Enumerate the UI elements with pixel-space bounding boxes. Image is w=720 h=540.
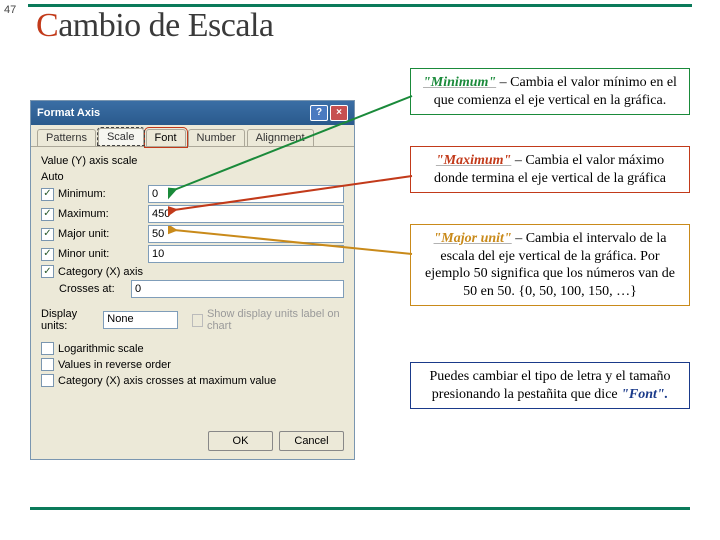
maximum-input[interactable] [148,205,344,223]
callout-font: Puedes cambiar el tipo de letra y el tam… [410,362,690,409]
show-label-text: Show display units label on chart [207,308,344,332]
footer-rule [30,507,690,510]
auto-label: Auto [41,171,344,183]
callout-maximum: "Maximum" – Cambia el valor máximo donde… [410,146,690,193]
show-label-checkbox [192,314,203,327]
maximum-label: Maximum: [58,208,148,220]
cancel-button[interactable]: Cancel [279,431,344,451]
callout-major-kw: "Major unit" [434,231,512,246]
maximum-checkbox[interactable] [41,208,54,221]
major-unit-checkbox[interactable] [41,228,54,241]
close-icon[interactable]: × [330,105,348,121]
crosses-at-label: Crosses at: [59,283,131,295]
major-unit-label: Major unit: [58,228,148,240]
slide-number: 47 [4,4,16,16]
minimum-checkbox[interactable] [41,188,54,201]
catmax-label: Category (X) axis crosses at maximum val… [58,375,276,387]
minor-unit-input[interactable] [148,245,344,263]
format-axis-dialog: Format Axis ? × Patterns Scale Font Numb… [30,100,355,460]
display-units-select[interactable]: None [103,311,177,329]
tab-font[interactable]: Font [146,129,186,146]
reverse-label: Values in reverse order [58,359,171,371]
tab-scale[interactable]: Scale [98,128,144,145]
page-title: Cambio de Escala [36,7,273,44]
section-label: Value (Y) axis scale [41,155,344,167]
category-axis-checkbox[interactable] [41,265,54,278]
reverse-checkbox[interactable] [41,358,54,371]
callout-major-unit: "Major unit" – Cambia el intervalo de la… [410,224,690,306]
callout-font-kw: "Font". [621,387,668,402]
dialog-titlebar: Format Axis ? × [31,101,354,125]
major-unit-input[interactable] [148,225,344,243]
dialog-title: Format Axis [37,107,100,119]
tab-number[interactable]: Number [188,129,245,146]
minor-unit-label: Minor unit: [58,248,148,260]
help-icon[interactable]: ? [310,105,328,121]
title-bar: Cambio de Escala [28,4,692,56]
tab-alignment[interactable]: Alignment [247,129,314,146]
callout-maximum-kw: "Maximum" [436,153,511,168]
log-scale-label: Logarithmic scale [58,343,144,355]
display-units-label: Display units: [41,308,97,332]
dialog-tabs: Patterns Scale Font Number Alignment [31,125,354,147]
callout-minimum: "Minimum" – Cambia el valor mínimo en el… [410,68,690,115]
callout-minimum-kw: "Minimum" [423,75,496,90]
minor-unit-checkbox[interactable] [41,248,54,261]
crosses-at-input[interactable] [131,280,344,298]
minimum-label: Minimum: [58,188,148,200]
catmax-checkbox[interactable] [41,374,54,387]
ok-button[interactable]: OK [208,431,273,451]
log-scale-checkbox[interactable] [41,342,54,355]
minimum-input[interactable] [148,185,344,203]
tab-patterns[interactable]: Patterns [37,129,96,146]
category-axis-label: Category (X) axis [58,266,143,278]
